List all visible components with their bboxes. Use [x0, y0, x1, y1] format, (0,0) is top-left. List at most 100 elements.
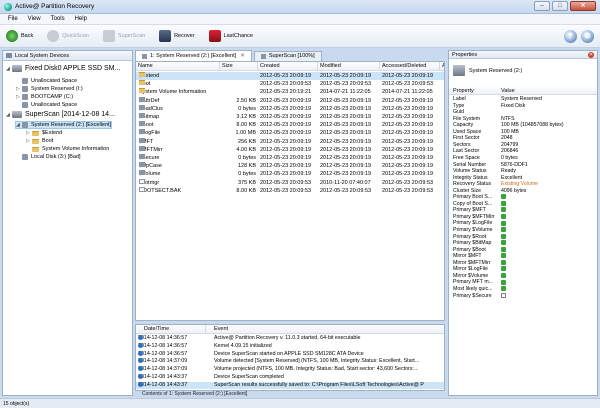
log-time-text: 2014-12-08 14:36:57	[138, 342, 188, 349]
col-size[interactable]: Size	[220, 62, 258, 71]
superscan-button[interactable]: SuperScan	[102, 30, 145, 42]
log-time: 2014-12-08 14:36:57	[138, 342, 188, 350]
log-event: Device SuperScan started on APPLE SSD SM…	[214, 350, 364, 357]
tree-item[interactable]: ◢ Fixed Disk0 APPLE SSD SM...	[6, 65, 120, 72]
file-created: 2012-05-23 20:09:53	[260, 187, 312, 194]
col-attributes[interactable]: A	[440, 62, 444, 71]
file-row[interactable]: $LogFile 1.00 MB 2012-05-23 20:09:19 2012-0…	[136, 129, 444, 137]
log-event: Kernel 4.09.15 initialized	[214, 342, 272, 349]
tree-item[interactable]: System Volume Information	[26, 146, 109, 152]
file-row[interactable]: System Volume Information 2012-05-23 20:1…	[136, 88, 444, 96]
file-name: $LogFile	[139, 129, 160, 137]
property-row[interactable]: Mirror $MFT	[449, 253, 597, 260]
folder-icon	[139, 80, 145, 86]
tree-item[interactable]: Unallocated Space	[16, 102, 77, 108]
file-row[interactable]: $UpCase 128 KB 2012-05-23 20:09:19 2012-05-…	[136, 162, 444, 170]
file-row[interactable]: $Extend 2012-05-23 20:09:19 2012-05-23 20:…	[136, 72, 444, 81]
menu-bar: File View Tools Help	[0, 14, 600, 25]
info-icon	[138, 350, 143, 356]
property-row[interactable]: Free Space 0 bytes	[449, 155, 597, 162]
tree-item[interactable]: ▷ $Extend	[26, 130, 62, 136]
quickscan-button[interactable]: QuickScan	[47, 30, 89, 42]
col-datetime[interactable]: Date/Time	[136, 325, 206, 334]
property-row[interactable]: Primary $LogFile	[449, 220, 597, 227]
app-logo-icon	[4, 2, 12, 11]
tree-item[interactable]: ◢ System Reserved (2:) [Excellent]	[14, 121, 113, 129]
back-button[interactable]: Back	[6, 30, 33, 42]
maximize-button[interactable]: □	[552, 1, 568, 11]
file-row[interactable]: bootmgr 375 KB 2012-05-23 20:09:53 2010-11-…	[136, 178, 444, 187]
file-size: 0 bytes	[238, 171, 256, 178]
file-row[interactable]: $Volume 0 bytes 2012-05-23 20:09:19 2012-05…	[136, 170, 444, 178]
tab-system-reserved[interactable]: 1: System Reserved (2:) [Excellent] ✕	[135, 50, 252, 61]
file-row[interactable]: BOOTSECT.BAK 8.00 KB 2012-05-23 20:09:53 20…	[136, 186, 444, 195]
col-accessed[interactable]: Accessed/Deleted	[380, 62, 440, 71]
menu-file[interactable]: File	[3, 16, 23, 22]
file-row[interactable]: $MFTMirr 4.00 KB 2012-05-23 20:09:19 2012-0…	[136, 145, 444, 154]
property-key: Capacity	[453, 122, 474, 129]
close-button[interactable]: ✕	[570, 1, 596, 11]
log-row[interactable]: 2014-12-08 14:43:37 SuperScan results suc…	[136, 381, 444, 389]
checkmark-icon	[501, 194, 506, 200]
log-time: 2014-12-08 14:36:57	[138, 335, 187, 342]
disk-icon	[12, 111, 22, 118]
tab-superscan[interactable]: SuperScan [100%]	[253, 51, 322, 61]
property-row[interactable]: Most likely quic...	[449, 286, 597, 293]
properties-volume-name: System Reserved (2:)	[469, 67, 523, 74]
checkmark-icon	[501, 259, 506, 265]
log-row[interactable]: 2014-12-08 14:36:57 Active@ Partition Rec…	[136, 335, 444, 342]
menu-tools[interactable]: Tools	[46, 16, 70, 22]
log-row[interactable]: 2014-12-08 14:36:57 Device SuperScan star…	[136, 350, 444, 358]
status-bar: 15 object(s)	[0, 398, 600, 408]
file-created: 2012-05-23 20:09:19	[260, 155, 312, 161]
file-row[interactable]: $Boot 8.00 KB 2012-05-23 20:09:19 2012-05-2…	[136, 121, 444, 129]
col-modified[interactable]: Modified	[318, 62, 380, 71]
gear-icon[interactable]: ⚙	[581, 30, 594, 43]
property-row[interactable]: Cluster Size 4096 bytes	[449, 188, 597, 195]
device-tree-pane: Local System Devices ◢ Fixed Disk0 APPLE …	[2, 50, 133, 396]
log-row[interactable]: 2014-12-08 14:36:57 Kernel 4.09.15 initia…	[136, 342, 444, 350]
file-icon	[139, 129, 145, 135]
col-value[interactable]: Value	[501, 87, 515, 95]
tree-item[interactable]: ▷ BOOTCAMP (C:)	[16, 94, 73, 100]
file-size: 0 bytes	[238, 105, 256, 112]
file-created: 2012-05-23 20:09:19	[260, 163, 312, 170]
file-row[interactable]: $Secure 0 bytes 2012-05-23 20:09:19 2012-05…	[136, 154, 444, 162]
file-row[interactable]: $AttrDef 2.50 KB 2012-05-23 20:09:19 2012-0…	[136, 96, 444, 105]
lastchance-label: LastChance	[223, 33, 253, 39]
property-key: Cluster Size	[453, 187, 481, 194]
close-icon[interactable]: ✕	[588, 52, 594, 58]
tree-item[interactable]: ▷ System Reserved (I:)	[16, 86, 83, 92]
log-row[interactable]: 2014-12-08 14:37:09 Volume detected [Syst…	[136, 358, 444, 365]
tab-close-icon[interactable]: ✕	[240, 52, 245, 61]
file-row[interactable]: $MFT 256 KB 2012-05-23 20:09:19 2012-05-23 …	[136, 137, 444, 146]
file-icon	[139, 170, 145, 176]
tree-item[interactable]: ▷ Boot	[26, 138, 53, 144]
col-event[interactable]: Event	[206, 325, 444, 334]
menu-view[interactable]: View	[23, 16, 46, 22]
file-name: $Secure	[139, 154, 160, 162]
recover-button[interactable]: Recover	[159, 30, 195, 42]
log-time-text: 2014-12-08 14:36:57	[138, 335, 188, 341]
property-row[interactable]: Primary $Secure	[449, 293, 597, 300]
col-name[interactable]: Name	[136, 62, 220, 71]
properties-pane: Properties ✕ System Reserved (2:) Proper…	[448, 50, 598, 396]
file-row[interactable]: $BadClus 0 bytes 2012-05-23 20:09:19 2012-0…	[136, 104, 444, 113]
tree-item[interactable]: Local Disk (3:) [Bad]	[16, 154, 81, 160]
file-accessed: 2012-05-23 20:09:19	[382, 122, 434, 129]
lastchance-button[interactable]: LastChance	[208, 30, 253, 42]
col-property[interactable]: Property	[453, 87, 474, 95]
property-row[interactable]: Capacity 100 MB (104857088 bytes)	[449, 122, 597, 129]
help-icon[interactable]: ?	[564, 30, 577, 43]
file-row[interactable]: Boot 2012-05-23 20:09:53 2012-05-23 20:09:…	[136, 80, 444, 88]
log-row[interactable]: 2014-12-08 14:43:37 Device SuperScan comp…	[136, 374, 444, 381]
tree-item[interactable]: ◢ SuperScan [2014-12-08 14...	[6, 111, 115, 118]
toolbar: Back QuickScan SuperScan Recover LastCha…	[0, 25, 600, 48]
col-created[interactable]: Created	[258, 62, 318, 71]
tree-item-label: System Reserved (I:)	[31, 86, 83, 92]
log-row[interactable]: 2014-12-08 14:37:09 Volume projected (NTF…	[136, 366, 444, 373]
minimize-button[interactable]: ‒	[534, 1, 550, 11]
tree-item[interactable]: Unallocated Space	[16, 78, 77, 84]
file-row[interactable]: $Bitmap 3.12 KB 2012-05-23 20:09:19 2012-05…	[136, 113, 444, 121]
menu-help[interactable]: Help	[70, 16, 92, 22]
